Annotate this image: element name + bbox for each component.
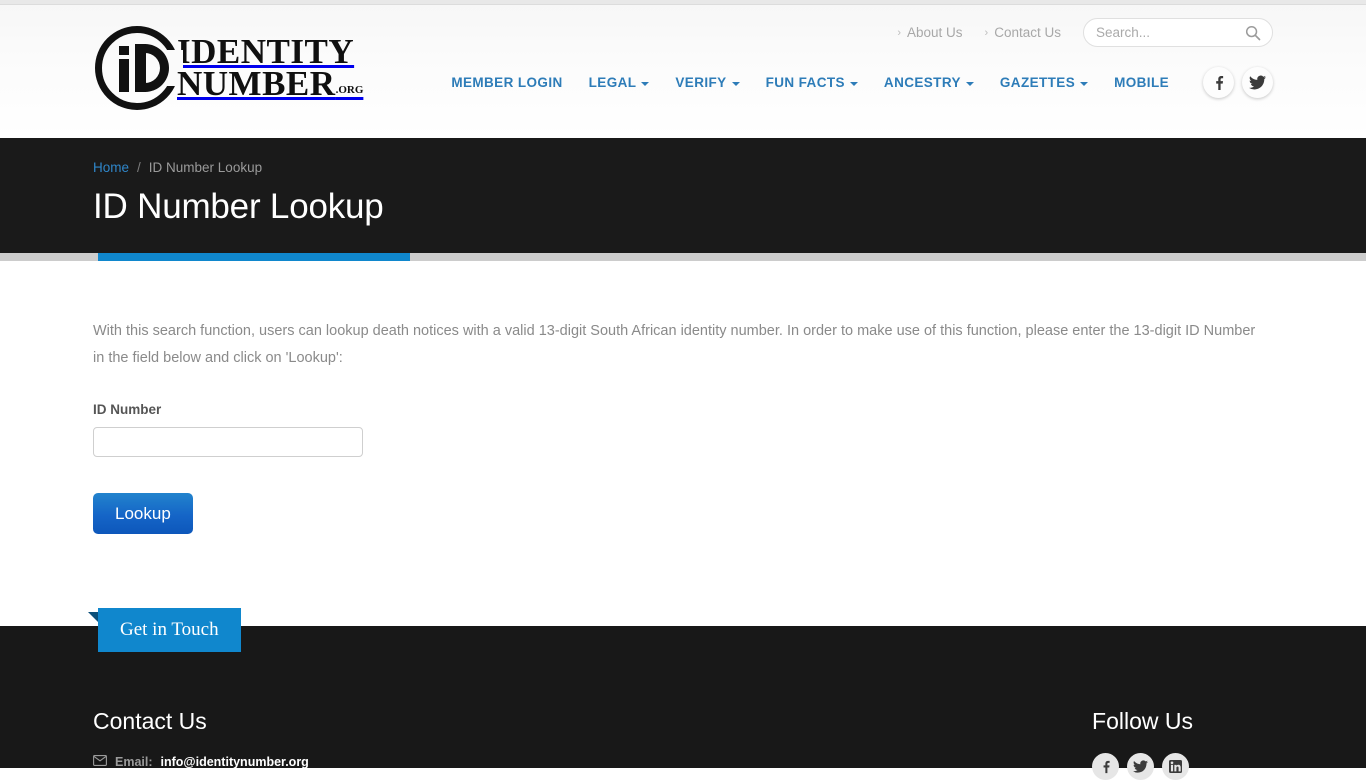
nav-item-member-login[interactable]: MEMBER LOGIN: [451, 75, 562, 90]
utility-link-label: Contact Us: [994, 25, 1061, 40]
nav-item-fun-facts[interactable]: FUN FACTS: [766, 75, 858, 90]
nav-item-verify[interactable]: VERIFY: [675, 75, 740, 90]
chevron-down-icon: [849, 81, 858, 86]
nav-item-legal[interactable]: LEGAL: [589, 75, 650, 90]
banner-accent-bar: [98, 253, 410, 261]
footer-follow-heading: Follow Us: [1092, 708, 1193, 734]
id-number-input[interactable]: [93, 427, 363, 457]
twitter-icon[interactable]: [1242, 67, 1273, 98]
nav-item-label: GAZETTES: [999, 75, 1076, 90]
nav-item-label: VERIFY: [675, 75, 727, 90]
site-logo[interactable]: IDENTITY NUMBER.ORG: [93, 22, 363, 114]
page-title: ID Number Lookup: [93, 187, 384, 226]
nav-item-label: FUN FACTS: [765, 75, 845, 90]
chevron-down-icon: [965, 81, 974, 86]
chevron-down-icon: [1080, 81, 1089, 86]
nav-item-ancestry[interactable]: ANCESTRY: [884, 75, 974, 90]
footer-contact-column: Contact Us Email: info@identitynumber.or…: [93, 708, 309, 769]
utility-link-label: About Us: [907, 25, 963, 40]
nav-item-mobile[interactable]: MOBILE: [1114, 75, 1169, 90]
identity-number-logo-icon: [93, 24, 183, 112]
main-navigation: MEMBER LOGIN LEGAL VERIFY FUN FACTS ANCE…: [451, 67, 1273, 98]
nav-item-label: ANCESTRY: [883, 75, 961, 90]
intro-paragraph: With this search function, users can loo…: [93, 323, 1256, 366]
chevron-down-icon: [731, 81, 740, 86]
breadcrumb-link-home[interactable]: Home: [93, 160, 129, 175]
header-social-links: [1203, 67, 1273, 98]
search-box[interactable]: [1083, 18, 1273, 47]
chevron-right-icon: ›: [897, 26, 902, 39]
get-in-touch-ribbon[interactable]: Get in Touch: [88, 608, 241, 652]
main-content: With this search function, users can loo…: [93, 261, 1273, 534]
site-header: IDENTITY NUMBER.ORG › About Us › Contact…: [0, 5, 1366, 138]
breadcrumb-current: ID Number Lookup: [148, 160, 263, 175]
facebook-icon[interactable]: [1203, 67, 1234, 98]
logo-suffix-org: .ORG: [335, 84, 364, 96]
nav-item-gazettes[interactable]: GAZETTES: [999, 75, 1089, 90]
banner-accent-strip: [0, 253, 1366, 261]
get-in-touch-label: Get in Touch: [98, 608, 241, 652]
nav-item-label: LEGAL: [588, 75, 637, 90]
footer-email-line: Email: info@identitynumber.org: [93, 755, 309, 769]
search-icon[interactable]: [1245, 25, 1261, 41]
footer-email-value[interactable]: info@identitynumber.org: [161, 755, 309, 769]
facebook-icon[interactable]: [1092, 753, 1120, 780]
breadcrumb: Home / ID Number Lookup: [93, 160, 1273, 175]
chevron-right-icon: ›: [984, 26, 989, 39]
logo-line-number: NUMBER: [177, 64, 336, 103]
footer-follow-column: Follow Us: [1092, 708, 1193, 780]
footer-contact-heading: Contact Us: [93, 708, 207, 734]
lookup-button[interactable]: Lookup: [93, 493, 193, 534]
breadcrumb-separator: /: [137, 160, 141, 175]
footer-social-links: [1092, 753, 1193, 780]
linkedin-icon[interactable]: [1162, 753, 1190, 780]
twitter-icon[interactable]: [1127, 753, 1155, 780]
utility-link-contact-us[interactable]: › Contact Us: [985, 25, 1061, 40]
chevron-down-icon: [641, 81, 650, 86]
utility-link-about-us[interactable]: › About Us: [897, 25, 962, 40]
utility-bar: › About Us › Contact Us: [897, 18, 1273, 47]
ribbon-fold-icon: [88, 612, 98, 622]
search-input[interactable]: [1096, 25, 1241, 40]
id-number-label: ID Number: [93, 402, 162, 417]
envelope-icon: [93, 755, 107, 769]
footer-email-label: Email:: [115, 755, 153, 769]
nav-item-label: MEMBER LOGIN: [451, 75, 563, 90]
page-banner: Home / ID Number Lookup ID Number Lookup: [0, 138, 1366, 253]
nav-item-label: MOBILE: [1114, 75, 1169, 90]
